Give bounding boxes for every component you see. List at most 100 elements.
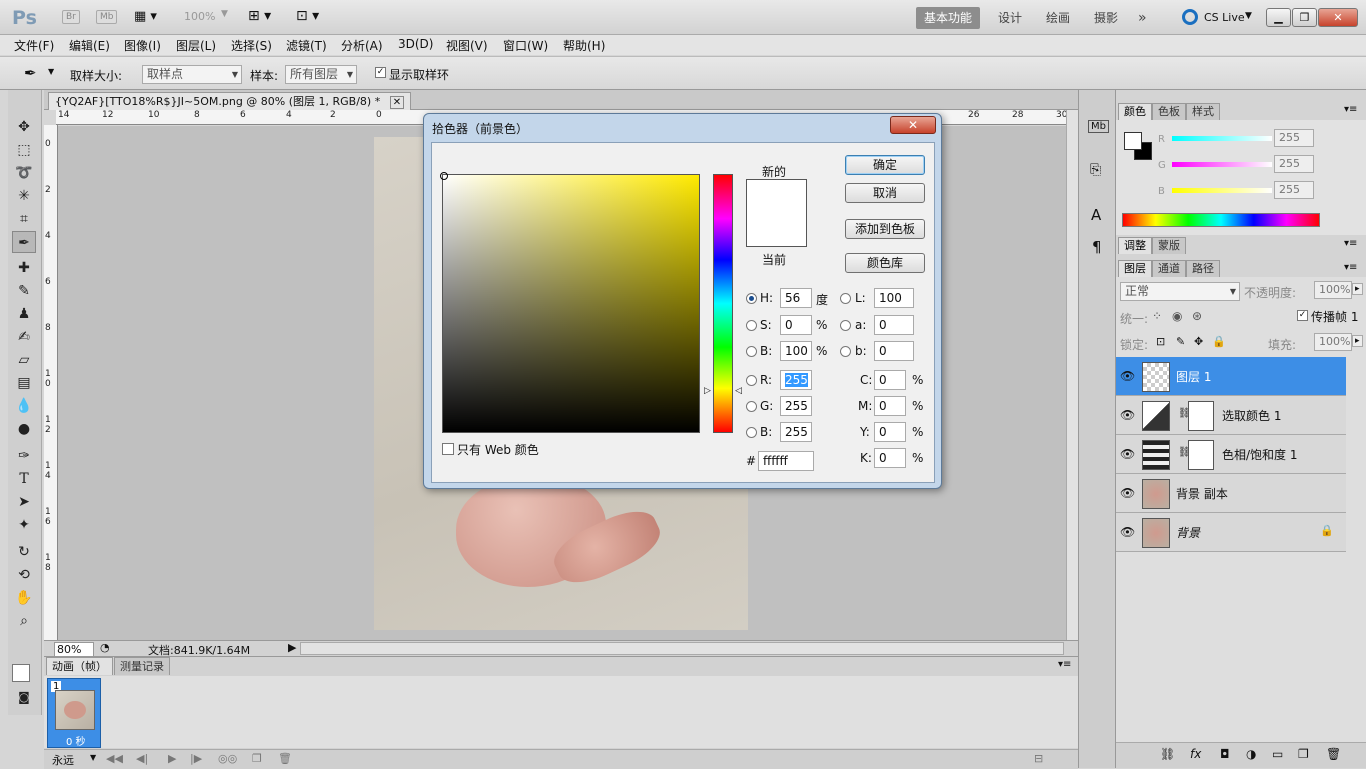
shape-tool-icon[interactable]: ✦ bbox=[12, 514, 36, 536]
menu-3d[interactable]: 3D(D) bbox=[398, 37, 433, 51]
dodge-tool-icon[interactable]: ● bbox=[12, 418, 36, 440]
visibility-eye-icon[interactable]: 👁 bbox=[1120, 408, 1135, 422]
close-window-button[interactable]: ✕ bbox=[1318, 8, 1358, 27]
red-field[interactable]: 255 bbox=[780, 370, 812, 390]
character-panel-icon[interactable]: A bbox=[1091, 206, 1101, 224]
lock-all-icon[interactable]: 🔒 bbox=[1212, 335, 1226, 348]
tab-layers[interactable]: 图层 bbox=[1118, 260, 1152, 277]
hand-tool-icon[interactable]: ✋ bbox=[12, 587, 36, 609]
radio-red[interactable] bbox=[746, 375, 757, 386]
menu-window[interactable]: 窗口(W) bbox=[503, 37, 548, 54]
propagate-frame-checkbox[interactable]: ✓ bbox=[1297, 310, 1308, 321]
unify-position-icon[interactable]: ⁘ bbox=[1152, 309, 1162, 323]
lock-position-icon[interactable]: ✥ bbox=[1194, 335, 1203, 348]
dialog-close-button[interactable]: ✕ bbox=[890, 116, 936, 134]
new-group-icon[interactable]: ▭ bbox=[1272, 747, 1283, 761]
panel-menu-icon[interactable]: ▾≡ bbox=[1344, 238, 1357, 249]
visibility-eye-icon[interactable]: 👁 bbox=[1120, 525, 1135, 539]
layer-name[interactable]: 图层 1 bbox=[1176, 368, 1211, 385]
radio-a[interactable] bbox=[840, 320, 851, 331]
hex-field[interactable]: ffffff bbox=[758, 451, 814, 471]
zoom-tool-icon[interactable]: ⌕ bbox=[12, 610, 36, 632]
tab-paths[interactable]: 路径 bbox=[1186, 260, 1220, 277]
yellow-field[interactable]: 0 bbox=[874, 422, 906, 442]
blue-field[interactable]: 255 bbox=[780, 422, 812, 442]
lightness-field[interactable]: 100 bbox=[874, 288, 914, 308]
pen-tool-icon[interactable]: ✑ bbox=[12, 445, 36, 467]
gradient-tool-icon[interactable]: ▤ bbox=[12, 372, 36, 394]
delete-frame-icon[interactable]: 🗑 bbox=[278, 752, 292, 765]
first-frame-icon[interactable]: ◀◀ bbox=[106, 752, 123, 765]
radio-brightness[interactable] bbox=[746, 346, 757, 357]
visibility-eye-icon[interactable]: 👁 bbox=[1120, 369, 1135, 383]
play-icon[interactable]: ▶ bbox=[168, 752, 176, 765]
document-tab[interactable]: {YQ2AF}[TTO18%R$}JI~5OM.png @ 80% (图层 1,… bbox=[48, 92, 412, 110]
blend-mode-select[interactable]: 正常 ▼ bbox=[1120, 282, 1240, 301]
new-layer-icon[interactable]: ❐ bbox=[1298, 747, 1309, 761]
menu-edit[interactable]: 编辑(E) bbox=[69, 37, 110, 54]
green-field[interactable]: 255 bbox=[780, 396, 812, 416]
history-brush-tool-icon[interactable]: ✍ bbox=[12, 326, 36, 348]
link-layers-icon[interactable]: ⛓ bbox=[1160, 747, 1175, 761]
adjustment-layer-icon[interactable]: ◑ bbox=[1246, 747, 1256, 761]
clone-stamp-tool-icon[interactable]: ♟ bbox=[12, 303, 36, 325]
animation-frame[interactable]: 1 0 秒 bbox=[47, 678, 101, 748]
screen-mode-icon[interactable]: ⊡ ▾ bbox=[296, 8, 319, 24]
layer-row[interactable]: 👁 ⛓ 选取颜色 1 bbox=[1116, 396, 1346, 435]
fill-arrow-icon[interactable]: ▸ bbox=[1352, 335, 1363, 347]
red-value[interactable]: 255 bbox=[1274, 129, 1314, 147]
vertical-scrollbar[interactable] bbox=[1066, 110, 1078, 640]
foreground-color-swatch[interactable] bbox=[12, 664, 30, 682]
menu-filter[interactable]: 滤镜(T) bbox=[286, 37, 327, 54]
status-menu-arrow-icon[interactable]: ▶ bbox=[288, 641, 296, 654]
green-slider[interactable] bbox=[1172, 162, 1272, 167]
hue-slider[interactable] bbox=[713, 174, 733, 433]
arrange-documents-icon[interactable]: ⊞ ▾ bbox=[248, 8, 271, 24]
layer-row[interactable]: 👁 背景 🔒 bbox=[1116, 513, 1346, 552]
blue-slider[interactable] bbox=[1172, 188, 1272, 193]
hue-field[interactable]: 56 bbox=[780, 288, 812, 308]
quick-mask-icon[interactable]: ◙ bbox=[12, 686, 36, 708]
menu-view[interactable]: 视图(V) bbox=[446, 37, 488, 54]
3d-orbit-tool-icon[interactable]: ⟲ bbox=[12, 564, 36, 586]
layer-row[interactable]: 👁 ⛓ 色相/饱和度 1 bbox=[1116, 435, 1346, 474]
crop-tool-icon[interactable]: ⌗ bbox=[12, 208, 36, 230]
menu-layer[interactable]: 图层(L) bbox=[176, 37, 216, 54]
view-extras-icon[interactable]: ▦ ▾ bbox=[134, 9, 157, 24]
a-field[interactable]: 0 bbox=[874, 315, 914, 335]
unify-style-icon[interactable]: ⊛ bbox=[1192, 309, 1202, 323]
red-slider[interactable] bbox=[1172, 136, 1272, 141]
brush-tool-icon[interactable]: ✎ bbox=[12, 280, 36, 302]
sample-select[interactable]: 所有图层 ▼ bbox=[285, 65, 357, 84]
type-tool-icon[interactable]: T bbox=[12, 468, 36, 490]
maximize-button[interactable]: ❐ bbox=[1292, 8, 1317, 27]
cancel-button[interactable]: 取消 bbox=[845, 183, 925, 203]
layer-name[interactable]: 背景 bbox=[1176, 524, 1200, 541]
foreground-swatch[interactable] bbox=[1124, 132, 1142, 150]
lock-transparent-icon[interactable]: ⊡ bbox=[1156, 335, 1165, 348]
workspace-more-icon[interactable]: » bbox=[1130, 7, 1155, 29]
path-selection-tool-icon[interactable]: ➤ bbox=[12, 491, 36, 513]
opacity-arrow-icon[interactable]: ▸ bbox=[1352, 283, 1363, 295]
menu-help[interactable]: 帮助(H) bbox=[563, 37, 605, 54]
menu-image[interactable]: 图像(I) bbox=[124, 37, 161, 54]
tab-measurement-log[interactable]: 测量记录 bbox=[114, 657, 170, 675]
layer-style-icon[interactable]: fx bbox=[1190, 747, 1201, 761]
add-mask-icon[interactable]: ◘ bbox=[1220, 747, 1230, 761]
layer-row[interactable]: 👁 图层 1 bbox=[1116, 357, 1346, 396]
magenta-field[interactable]: 0 bbox=[874, 396, 906, 416]
radio-blue[interactable] bbox=[746, 427, 757, 438]
brightness-field[interactable]: 100 bbox=[780, 341, 812, 361]
next-frame-icon[interactable]: |▶ bbox=[190, 752, 202, 765]
radio-hue[interactable] bbox=[746, 293, 757, 304]
previous-frame-icon[interactable]: ◀| bbox=[136, 752, 148, 765]
layer-mask-thumbnail[interactable] bbox=[1188, 440, 1214, 470]
eraser-tool-icon[interactable]: ▱ bbox=[12, 349, 36, 371]
zoom-level-select[interactable]: 100% bbox=[184, 10, 215, 23]
radio-saturation[interactable] bbox=[746, 320, 757, 331]
saturation-field[interactable]: 0 bbox=[780, 315, 812, 335]
cs-live-button[interactable]: CS Live bbox=[1204, 11, 1245, 24]
workspace-photography[interactable]: 摄影 bbox=[1086, 7, 1126, 29]
color-spectrum-bar[interactable] bbox=[1122, 213, 1320, 227]
menu-select[interactable]: 选择(S) bbox=[231, 37, 272, 54]
